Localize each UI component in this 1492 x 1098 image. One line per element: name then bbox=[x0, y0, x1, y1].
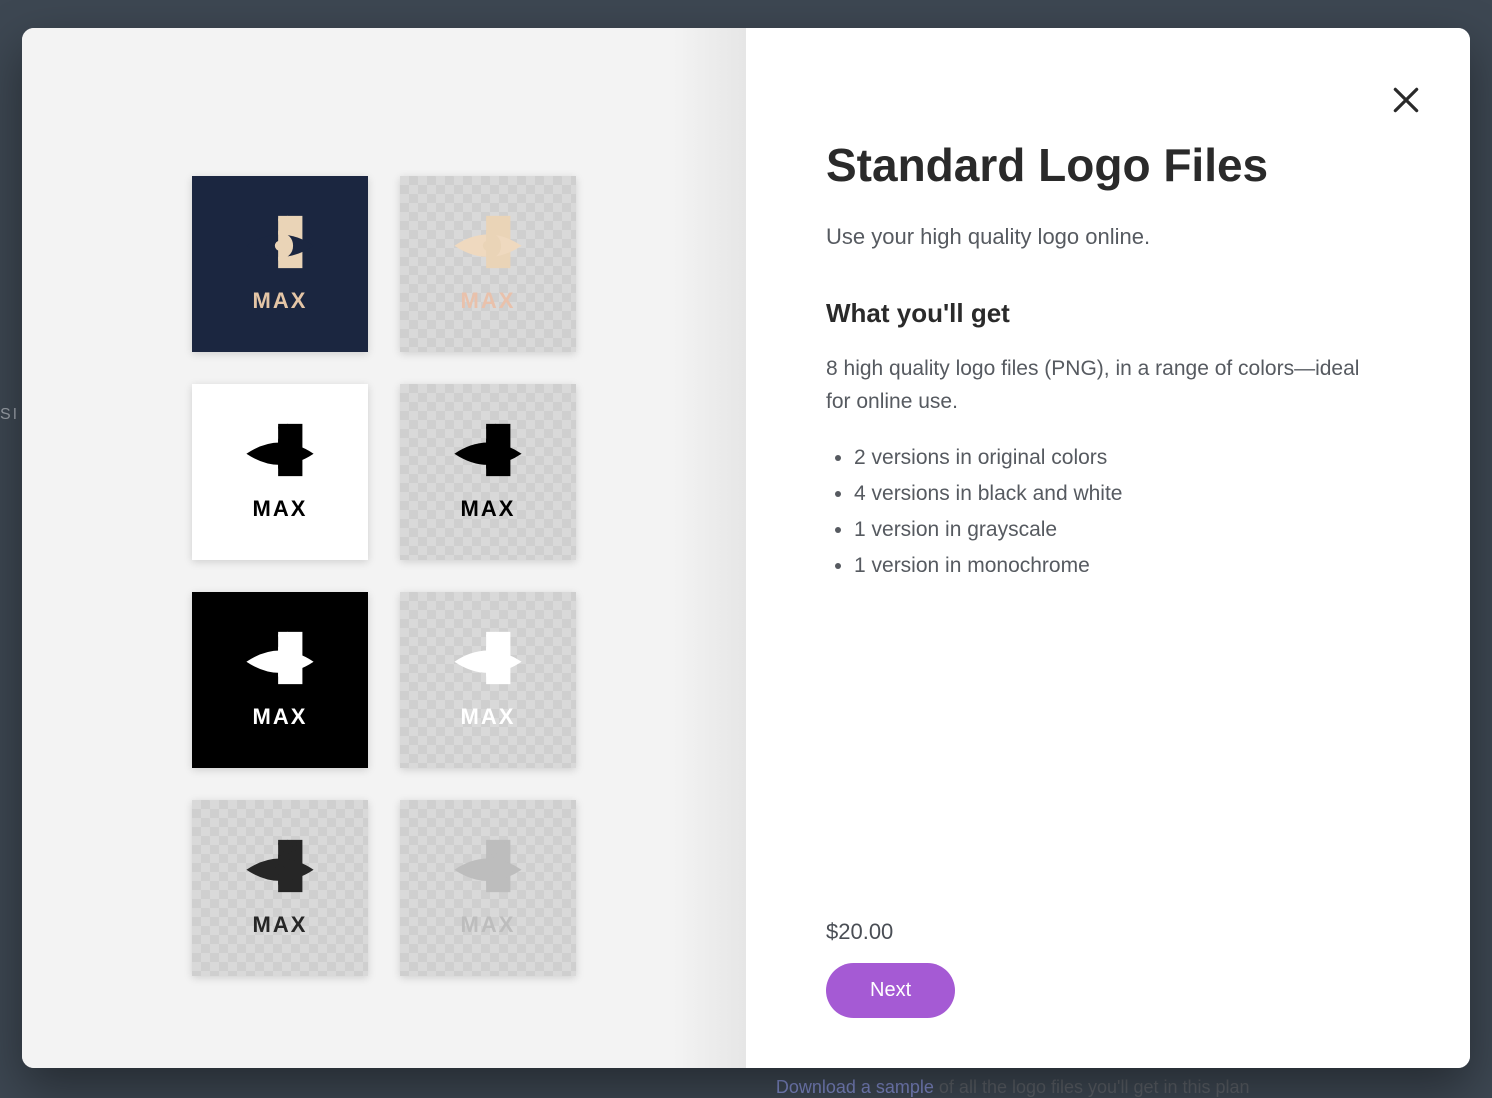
section-description: 8 high quality logo files (PNG), in a ra… bbox=[826, 353, 1386, 418]
logo-wordmark: MAX bbox=[461, 496, 516, 522]
logo-wordmark: MAX bbox=[253, 912, 308, 938]
price-label: $20.00 bbox=[826, 919, 1390, 945]
eye-logo-icon bbox=[440, 214, 536, 270]
logo-variant-grayscale: MAX bbox=[192, 800, 368, 976]
logo-wordmark: MAX bbox=[253, 288, 308, 314]
section-heading: What you'll get bbox=[826, 298, 1390, 329]
eye-logo-icon bbox=[440, 422, 536, 478]
eye-logo-icon bbox=[232, 214, 328, 270]
logo-wordmark: MAX bbox=[461, 912, 516, 938]
modal-subtitle: Use your high quality logo online. bbox=[826, 224, 1390, 250]
logo-variant-original-light: MAX bbox=[400, 176, 576, 352]
eye-logo-icon bbox=[440, 630, 536, 686]
sample-download-note: Download a sample of all the logo files … bbox=[776, 1077, 1250, 1098]
feature-item: 1 version in grayscale bbox=[854, 518, 1390, 542]
eye-logo-icon bbox=[440, 838, 536, 894]
logo-variant-monochrome: MAX bbox=[400, 800, 576, 976]
sample-download-link[interactable]: Download a sample bbox=[776, 1077, 934, 1097]
eye-logo-icon bbox=[232, 838, 328, 894]
logo-variant-original-dark: MAX bbox=[192, 176, 368, 352]
details-panel: Standard Logo Files Use your high qualit… bbox=[746, 28, 1470, 1068]
logo-wordmark: MAX bbox=[461, 704, 516, 730]
logo-wordmark: MAX bbox=[461, 288, 516, 314]
feature-item: 4 versions in black and white bbox=[854, 482, 1390, 506]
feature-item: 1 version in monochrome bbox=[854, 554, 1390, 578]
logo-wordmark: MAX bbox=[253, 704, 308, 730]
logo-variant-bw-on-black: MAX bbox=[192, 592, 368, 768]
eye-logo-icon bbox=[232, 422, 328, 478]
close-icon[interactable] bbox=[1390, 84, 1422, 116]
modal-footer: $20.00 Next bbox=[826, 919, 1390, 1028]
sample-download-tail: of all the logo files you'll get in this… bbox=[934, 1077, 1250, 1097]
logo-variant-bw-on-white: MAX bbox=[192, 384, 368, 560]
modal-title: Standard Logo Files bbox=[826, 138, 1390, 192]
feature-item: 2 versions in original colors bbox=[854, 446, 1390, 470]
logo-variant-bw-on-transparent: MAX bbox=[400, 384, 576, 560]
logo-preview-grid: MAX MAX MAX MAX bbox=[192, 176, 576, 976]
logo-wordmark: MAX bbox=[253, 496, 308, 522]
logo-variant-white-on-transparent: MAX bbox=[400, 592, 576, 768]
eye-logo-icon bbox=[232, 630, 328, 686]
background-tab-hint: SI bbox=[0, 400, 19, 430]
preview-panel: MAX MAX MAX MAX bbox=[22, 28, 746, 1068]
next-button[interactable]: Next bbox=[826, 963, 955, 1018]
feature-list: 2 versions in original colors 4 versions … bbox=[826, 446, 1390, 590]
logo-files-modal: MAX MAX MAX MAX bbox=[22, 28, 1470, 1068]
